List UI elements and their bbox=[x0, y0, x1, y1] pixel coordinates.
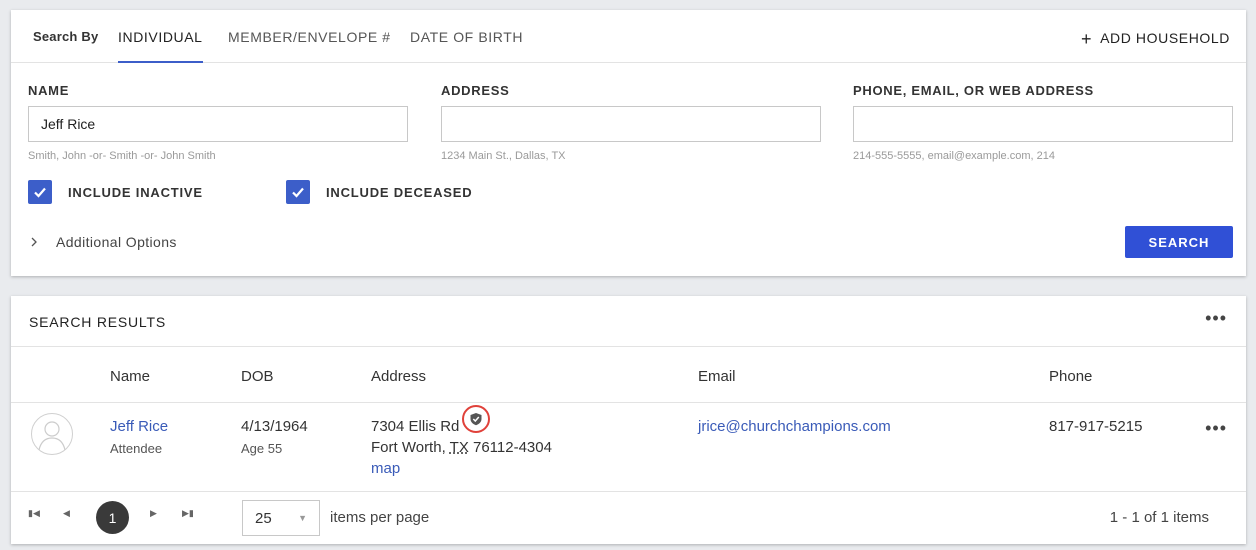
row-divider bbox=[11, 491, 1246, 492]
phone-number: 817-917-5215 bbox=[1049, 418, 1143, 435]
address-input[interactable] bbox=[441, 106, 821, 142]
contact-field-group: PHONE, EMAIL, OR WEB ADDRESS 214-555-555… bbox=[853, 83, 1233, 162]
address-line1: 7304 Ellis Rd bbox=[371, 418, 460, 435]
address-line2: Fort Worth, TX 76112-4304 bbox=[371, 439, 552, 456]
add-household-button[interactable]: + ADD HOUSEHOLD bbox=[1081, 29, 1230, 50]
dropdown-arrow-icon: ▼ bbox=[298, 513, 307, 523]
avatar bbox=[31, 413, 73, 455]
person-name-link[interactable]: Jeff Rice bbox=[110, 418, 168, 435]
address-zip: 76112-4304 bbox=[473, 439, 552, 456]
checkmark-icon bbox=[286, 180, 310, 204]
map-link[interactable]: map bbox=[371, 460, 400, 477]
header-divider bbox=[11, 402, 1246, 403]
additional-options-toggle[interactable]: Additional Options bbox=[28, 234, 177, 250]
address-hint: 1234 Main St., Dallas, TX bbox=[441, 150, 566, 162]
column-header-dob[interactable]: DOB bbox=[241, 368, 274, 385]
contact-input[interactable] bbox=[853, 106, 1233, 142]
chevron-right-icon bbox=[31, 237, 37, 247]
person-placeholder-icon bbox=[38, 421, 66, 451]
results-title: SEARCH RESULTS bbox=[29, 314, 166, 330]
include-inactive-checkbox[interactable]: INCLUDE INACTIVE bbox=[28, 180, 203, 204]
row-more-icon[interactable]: ••• bbox=[1205, 418, 1227, 439]
prev-page-icon[interactable]: ◀ bbox=[63, 508, 70, 519]
items-count: 1 - 1 of 1 items bbox=[1109, 509, 1209, 526]
items-per-page-value: 25 bbox=[255, 509, 272, 527]
person-dob: 4/13/1964 bbox=[241, 418, 308, 435]
name-field-group: NAME Smith, John -or- Smith -or- John Sm… bbox=[28, 83, 408, 162]
plus-icon: + bbox=[1080, 29, 1093, 49]
column-header-address[interactable]: Address bbox=[371, 368, 426, 385]
next-page-icon[interactable]: ▶ bbox=[150, 508, 157, 519]
results-more-icon[interactable]: ••• bbox=[1205, 308, 1227, 329]
items-per-page-select[interactable]: 25 ▼ bbox=[242, 500, 320, 536]
page-button-current[interactable]: 1 bbox=[96, 501, 129, 534]
checkmark-icon bbox=[28, 180, 52, 204]
email-link[interactable]: jrice@churchchampions.com bbox=[698, 418, 891, 435]
name-label: NAME bbox=[28, 83, 70, 98]
search-results-panel: SEARCH RESULTS ••• Name DOB Address Emai… bbox=[11, 296, 1246, 544]
address-field-group: ADDRESS 1234 Main St., Dallas, TX bbox=[441, 83, 821, 162]
include-deceased-checkbox[interactable]: INCLUDE DECEASED bbox=[286, 180, 472, 204]
address-city: Fort Worth, bbox=[371, 439, 446, 456]
name-hint: Smith, John -or- Smith -or- John Smith bbox=[28, 150, 216, 162]
shield-check-icon bbox=[470, 413, 482, 426]
column-header-phone[interactable]: Phone bbox=[1049, 368, 1092, 385]
first-page-icon[interactable]: ▮◀ bbox=[28, 508, 40, 519]
search-tabbar: Search By INDIVIDUAL MEMBER/ENVELOPE # D… bbox=[11, 10, 1246, 63]
address-state: TX bbox=[449, 439, 469, 456]
column-header-email[interactable]: Email bbox=[698, 368, 736, 385]
person-role: Attendee bbox=[110, 441, 163, 456]
person-age: Age 55 bbox=[241, 441, 283, 456]
search-button[interactable]: SEARCH bbox=[1125, 226, 1233, 258]
additional-options-label: Additional Options bbox=[56, 234, 177, 250]
add-household-label: ADD HOUSEHOLD bbox=[1100, 30, 1230, 46]
verified-address-highlight[interactable] bbox=[462, 405, 490, 433]
results-header: SEARCH RESULTS ••• bbox=[11, 296, 1246, 347]
tab-individual[interactable]: INDIVIDUAL bbox=[118, 29, 203, 63]
include-deceased-label: INCLUDE DECEASED bbox=[326, 184, 473, 200]
tab-date-of-birth[interactable]: DATE OF BIRTH bbox=[410, 29, 523, 63]
search-panel: Search By INDIVIDUAL MEMBER/ENVELOPE # D… bbox=[11, 10, 1246, 276]
items-per-page-label: items per page bbox=[330, 509, 430, 526]
address-label: ADDRESS bbox=[441, 83, 510, 98]
tab-member-envelope[interactable]: MEMBER/ENVELOPE # bbox=[228, 29, 391, 63]
last-page-icon[interactable]: ▶▮ bbox=[182, 508, 194, 519]
name-input[interactable] bbox=[28, 106, 408, 142]
contact-hint: 214-555-5555, email@example.com, 214 bbox=[853, 150, 1055, 162]
include-inactive-label: INCLUDE INACTIVE bbox=[68, 184, 203, 200]
column-header-name[interactable]: Name bbox=[110, 368, 150, 385]
search-by-label: Search By bbox=[33, 29, 99, 44]
contact-label: PHONE, EMAIL, OR WEB ADDRESS bbox=[853, 83, 1094, 98]
